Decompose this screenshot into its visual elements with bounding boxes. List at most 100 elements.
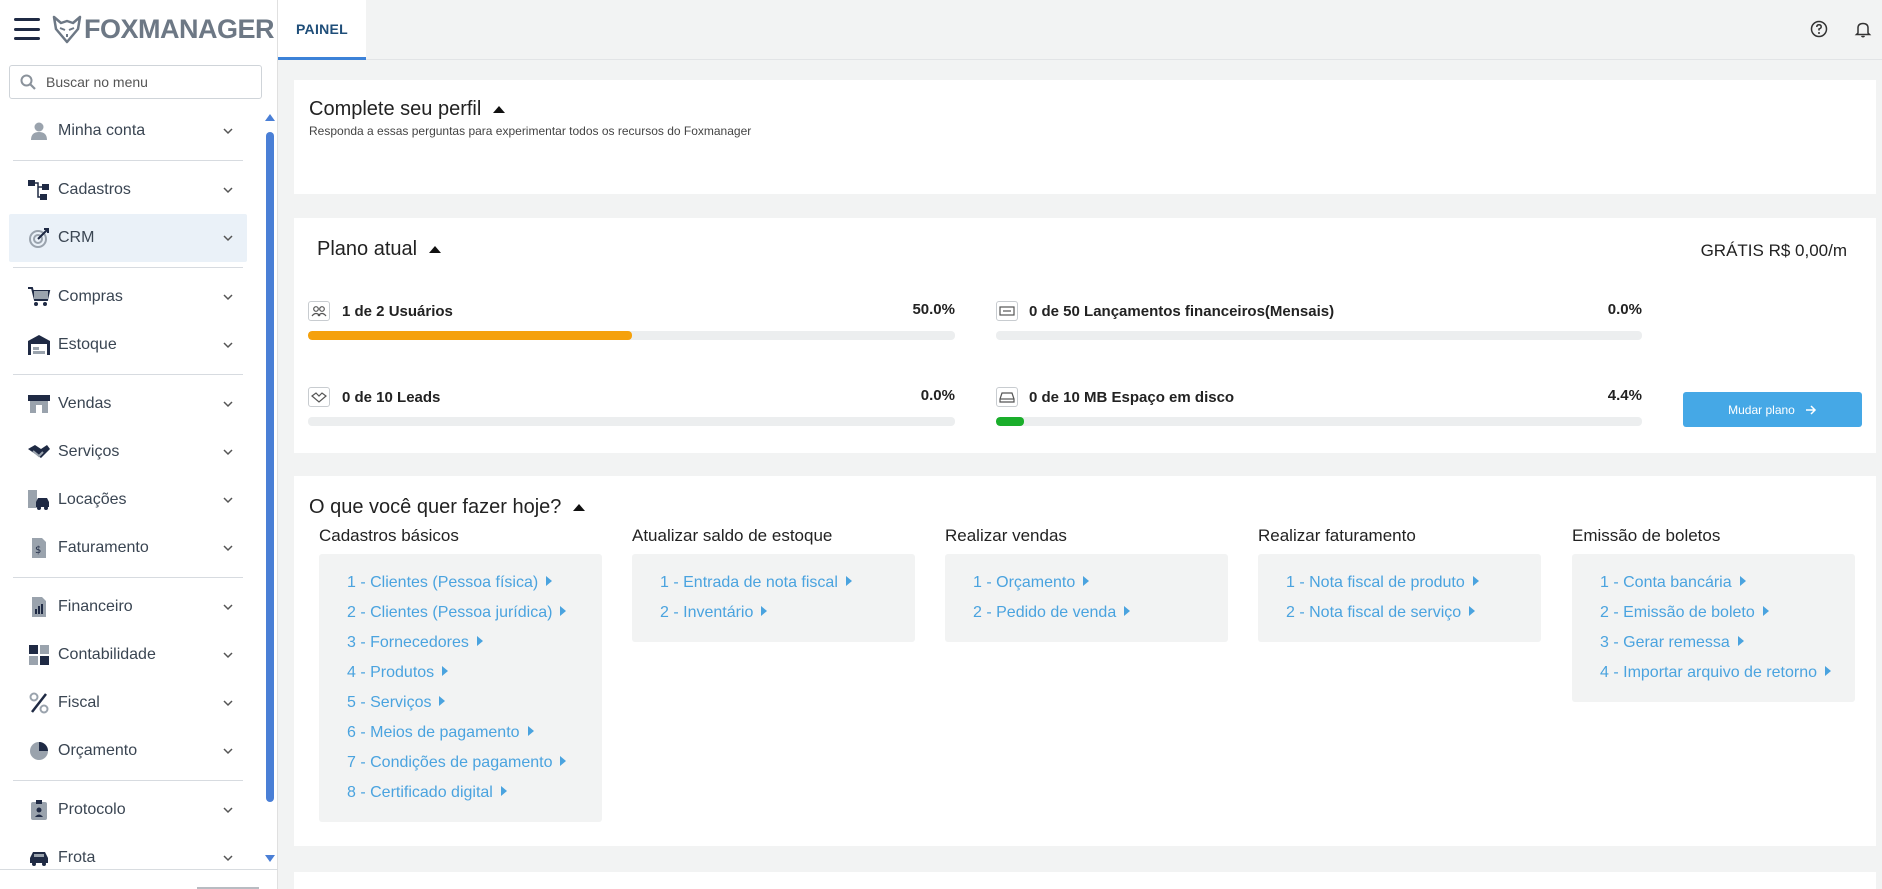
menu-item-faturamento[interactable]: $ Faturamento <box>9 524 247 572</box>
caret-right-icon <box>761 606 768 616</box>
menu-item-frota[interactable]: Frota <box>9 834 247 882</box>
caret-up-icon <box>573 504 586 511</box>
menu-item-contabilidade[interactable]: Contabilidade <box>9 631 247 679</box>
menu-item-minha-conta[interactable]: Minha conta <box>9 107 247 155</box>
menu-item-crm[interactable]: CRM <box>9 214 247 262</box>
brand-name: FOXMANAGER <box>84 13 275 44</box>
menu-item-label: Locações <box>58 491 127 508</box>
todo-link-label: 1 - Clientes (Pessoa física) <box>347 574 539 591</box>
todo-link[interactable]: 2 - Clientes (Pessoa jurídica) <box>347 598 602 628</box>
todo-link[interactable]: 1 - Clientes (Pessoa física) <box>347 568 602 598</box>
menu-item-label: Serviços <box>58 443 120 460</box>
menu-item-label: Financeiro <box>58 598 133 615</box>
calculator-icon <box>26 644 52 666</box>
fox-logo-icon <box>52 15 82 44</box>
progress-bar-leads <box>308 417 955 426</box>
change-plan-button[interactable]: Mudar plano <box>1683 392 1862 427</box>
todo-link[interactable]: 2 - Inventário <box>660 598 915 628</box>
todo-link-label: 2 - Nota fiscal de serviço <box>1286 604 1462 621</box>
caret-right-icon <box>1472 576 1479 586</box>
pie-chart-icon <box>26 740 52 762</box>
stat-label-disk: 0 de 10 MB Espaço em disco <box>1029 389 1235 406</box>
chevron-down-icon <box>223 401 233 408</box>
todo-link-label: 4 - Produtos <box>347 664 435 681</box>
todo-link-label: 2 - Inventário <box>660 604 754 621</box>
todo-link[interactable]: 2 - Pedido de venda <box>973 598 1228 628</box>
todo-link-label: 3 - Fornecedores <box>347 634 469 651</box>
todo-link-box: 1 - Conta bancária 2 - Emissão de boleto 3… <box>1572 554 1855 702</box>
chevron-down-icon <box>223 449 233 456</box>
todo-link[interactable]: 2 - Emissão de boleto <box>1600 598 1855 628</box>
menu-item-fiscal[interactable]: Fiscal <box>9 679 247 727</box>
menu-item-cadastros[interactable]: Cadastros <box>9 166 247 214</box>
store-icon <box>26 393 52 415</box>
menu-item-label: Orçamento <box>58 742 138 759</box>
menu-search[interactable] <box>9 65 262 99</box>
menu-item-orcamento[interactable]: Orçamento <box>9 727 247 775</box>
button-label: Mudar plano <box>1728 402 1795 417</box>
profile-card-header[interactable]: Complete seu perfil <box>309 98 506 121</box>
caret-right-icon <box>1124 606 1131 616</box>
tab-painel[interactable]: PAINEL <box>278 0 366 60</box>
menu-divider <box>13 780 243 781</box>
search-input[interactable] <box>46 74 246 90</box>
top-bar: PAINEL <box>278 0 1882 60</box>
todo-column-title: Realizar vendas <box>945 526 1067 545</box>
todo-column: Emissão de boletos 1 - Conta bancária 2 - … <box>1572 526 1855 702</box>
chevron-down-icon <box>223 342 233 349</box>
todo-column: Cadastros básicos 1 - Clientes (Pessoa fí… <box>319 526 602 822</box>
caret-right-icon <box>845 576 852 586</box>
menu-item-label: Compras <box>58 288 123 305</box>
bell-icon[interactable] <box>1854 20 1872 38</box>
todo-link[interactable]: 1 - Orçamento <box>973 568 1228 598</box>
todo-link[interactable]: 8 - Certificado digital <box>347 778 602 808</box>
todo-link[interactable]: 1 - Nota fiscal de produto <box>1286 568 1541 598</box>
todo-column-title: Realizar faturamento <box>1258 526 1416 545</box>
caret-up-icon <box>429 246 442 253</box>
todo-link[interactable]: 1 - Conta bancária <box>1600 568 1855 598</box>
todo-link[interactable]: 3 - Fornecedores <box>347 628 602 658</box>
todo-link-label: 8 - Certificado digital <box>347 784 493 801</box>
todo-link-label: 2 - Clientes (Pessoa jurídica) <box>347 604 553 621</box>
chevron-down-icon <box>223 604 233 611</box>
menu-divider <box>13 160 243 161</box>
todo-link[interactable]: 4 - Importar arquivo de retorno <box>1600 658 1855 688</box>
progress-bar-users <box>308 331 955 340</box>
todo-link[interactable]: 5 - Serviços <box>347 688 602 718</box>
menu-item-label: Protocolo <box>58 801 126 818</box>
menu-item-protocolo[interactable]: Protocolo <box>9 786 247 834</box>
todo-link-box: 1 - Orçamento 2 - Pedido de venda <box>945 554 1228 642</box>
todo-link[interactable]: 4 - Produtos <box>347 658 602 688</box>
menu-item-label: Cadastros <box>58 181 131 198</box>
target-icon <box>26 227 52 249</box>
todo-link[interactable]: 2 - Nota fiscal de serviço <box>1286 598 1541 628</box>
handshake-icon <box>308 387 330 407</box>
scroll-down-arrow-icon[interactable] <box>265 855 275 862</box>
todo-link[interactable]: 1 - Entrada de nota fiscal <box>660 568 915 598</box>
logo[interactable]: FOXMANAGER <box>52 13 275 45</box>
sidebar-scrollbar[interactable] <box>266 132 274 802</box>
menu-item-financeiro[interactable]: Financeiro <box>9 583 247 631</box>
plan-card-header[interactable]: Plano atual <box>317 238 442 261</box>
todo-column: Realizar faturamento 1 - Nota fiscal de p… <box>1258 526 1541 642</box>
menu-item-servicos[interactable]: Serviços <box>9 428 247 476</box>
chevron-down-icon <box>223 748 233 755</box>
scroll-up-arrow-icon[interactable] <box>265 114 275 121</box>
todo-card-header[interactable]: O que você quer fazer hoje? <box>309 496 586 519</box>
hamburger-menu-icon[interactable] <box>14 18 40 40</box>
help-icon[interactable] <box>1810 20 1828 38</box>
caret-right-icon <box>527 726 534 736</box>
todo-link[interactable]: 3 - Gerar remessa <box>1600 628 1855 658</box>
todo-link[interactable]: 7 - Condições de pagamento <box>347 748 602 778</box>
stat-label-users: 1 de 2 Usuários <box>342 303 453 320</box>
menu-item-estoque[interactable]: Estoque <box>9 321 247 369</box>
chevron-down-icon <box>223 652 233 659</box>
menu-item-compras[interactable]: Compras <box>9 273 247 321</box>
chevron-down-icon <box>223 700 233 707</box>
menu-item-vendas[interactable]: Vendas <box>9 380 247 428</box>
menu-item-locacoes[interactable]: Locações <box>9 476 247 524</box>
card-subtitle: Responda a essas perguntas para experime… <box>309 124 752 138</box>
todo-column-title: Emissão de boletos <box>1572 526 1721 545</box>
caret-right-icon <box>546 576 553 586</box>
todo-link[interactable]: 6 - Meios de pagamento <box>347 718 602 748</box>
